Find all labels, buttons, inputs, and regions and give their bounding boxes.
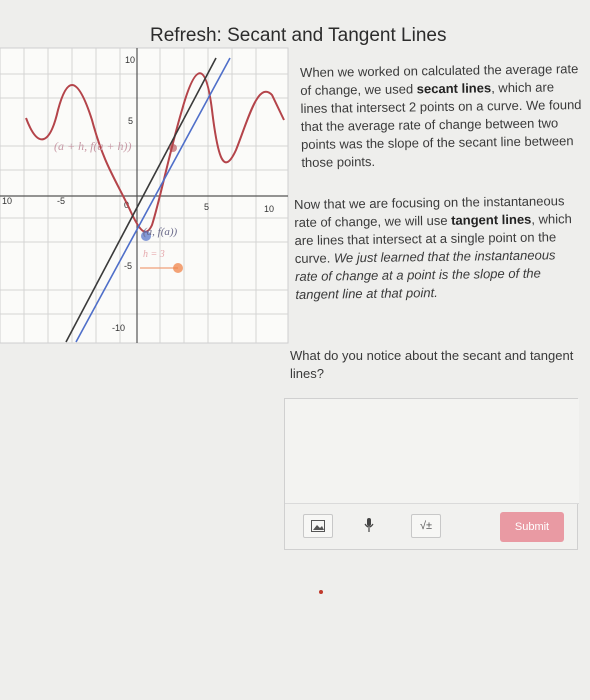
secant-point-label: (a + h, f(a + h)): [54, 139, 132, 153]
y-tick-label: 5: [128, 116, 133, 126]
insert-image-button[interactable]: [303, 514, 333, 538]
secant-lines-term: secant lines: [416, 80, 492, 97]
x-tick-label: 10: [2, 196, 12, 206]
image-icon: [311, 520, 325, 532]
answer-input[interactable]: [285, 399, 579, 504]
x-tick-label: 10: [264, 204, 274, 214]
tangent-lines-term: tangent lines: [451, 211, 532, 228]
x-tick-label: 5: [204, 202, 209, 212]
secant-explanation: When we worked on calculated the average…: [300, 60, 583, 172]
math-equation-icon: √±: [419, 520, 433, 532]
function-graph[interactable]: 10 -5 0 5 10 10 5 -5 -10 (a + h, f(a + h…: [0, 0, 290, 350]
secant-point[interactable]: [169, 144, 177, 152]
question-prompt: What do you notice about the secant and …: [290, 348, 574, 381]
y-tick-label: -10: [112, 323, 125, 333]
microphone-icon: [364, 518, 374, 532]
x-tick-label: -5: [57, 196, 65, 206]
paragraph-italic-text: We just learned that the instantaneous r…: [295, 247, 556, 302]
graph-panel[interactable]: 10 -5 0 5 10 10 5 -5 -10 (a + h, f(a + h…: [0, 0, 290, 350]
insert-math-button[interactable]: √±: [411, 514, 441, 538]
y-tick-label: -5: [124, 261, 132, 271]
record-audio-button[interactable]: [355, 514, 383, 536]
submit-button[interactable]: Submit: [500, 512, 564, 542]
y-tick-label: 10: [125, 55, 135, 65]
answer-panel: √± Submit: [284, 398, 579, 550]
h-slider-handle[interactable]: [173, 263, 183, 273]
tangent-explanation: Now that we are focusing on the instanta…: [294, 192, 581, 304]
cursor-dot: [319, 590, 323, 594]
h-label: h = 3: [143, 249, 165, 260]
tangent-point-label: (a, f(a)): [143, 226, 178, 238]
